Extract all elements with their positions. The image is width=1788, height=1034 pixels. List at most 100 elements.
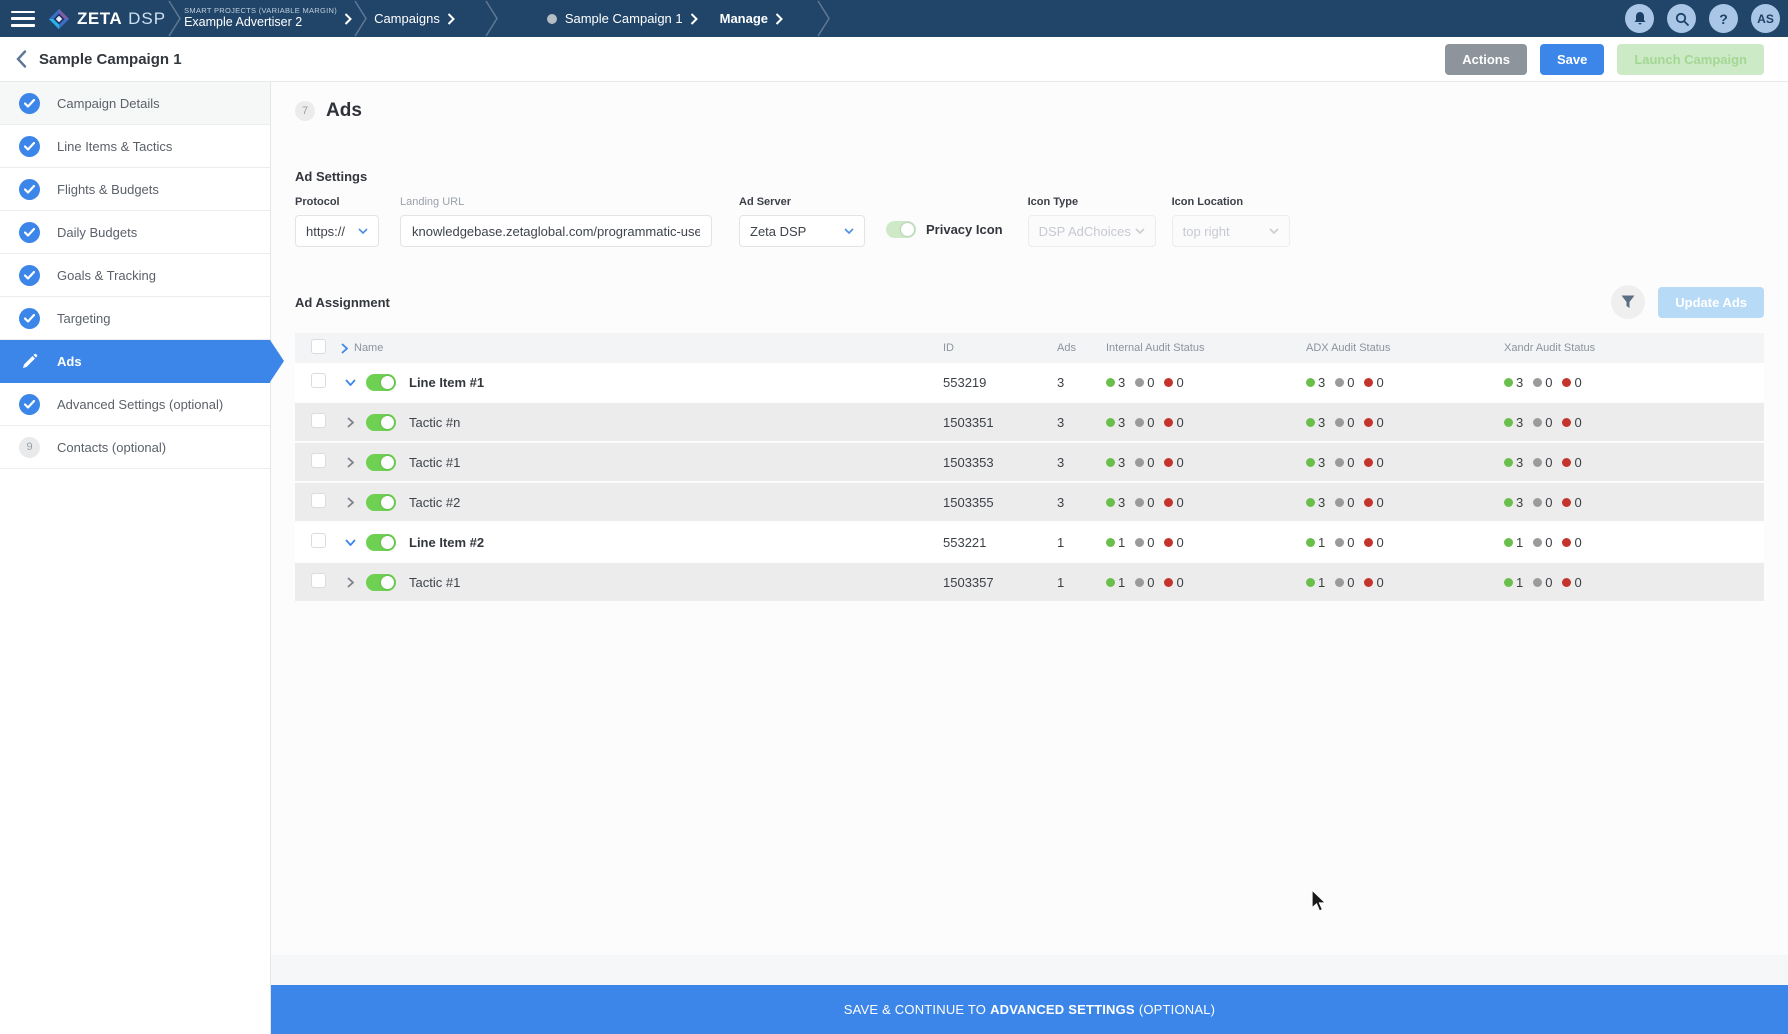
collapse-chevron-icon[interactable] xyxy=(341,538,359,546)
rejected-dot xyxy=(1164,457,1174,467)
row-name[interactable]: Line Item #2 xyxy=(409,535,484,550)
row-id: 1503351 xyxy=(943,414,994,430)
protocol-select[interactable]: https:// xyxy=(295,215,379,247)
row-checkbox[interactable] xyxy=(311,533,326,548)
help-button[interactable]: ? xyxy=(1709,4,1738,33)
privacy-icon-toggle[interactable] xyxy=(886,221,916,238)
ad-assignment-table: Name ID Ads Internal Audit Status ADX Au… xyxy=(295,333,1764,603)
check-icon xyxy=(19,307,40,329)
check-icon xyxy=(19,221,40,243)
sidebar-item-advanced-settings[interactable]: Advanced Settings (optional) xyxy=(0,383,270,426)
column-header-internal[interactable]: Internal Audit Status xyxy=(1106,342,1306,354)
protocol-label: Protocol xyxy=(295,196,340,208)
row-enabled-toggle[interactable] xyxy=(366,573,396,591)
actions-button[interactable]: Actions xyxy=(1445,43,1527,75)
row-enabled-toggle[interactable] xyxy=(366,413,396,431)
breadcrumb-advertiser[interactable]: SMART PROJECTS (VARIABLE MARGIN) Example… xyxy=(184,6,352,31)
chevron-down-icon xyxy=(844,228,854,234)
sidebar-item-label: Campaign Details xyxy=(57,95,160,111)
sidebar-item-flights-budgets[interactable]: Flights & Budgets xyxy=(0,168,270,211)
approved-dot xyxy=(1306,417,1315,427)
section-heading-ads: Ads xyxy=(326,100,362,121)
pending-dot xyxy=(1335,537,1345,547)
row-enabled-toggle[interactable] xyxy=(366,533,396,551)
column-header-ads[interactable]: Ads xyxy=(1057,342,1106,354)
sidebar-item-targeting[interactable]: Targeting xyxy=(0,297,270,340)
search-button[interactable] xyxy=(1667,4,1696,33)
avatar[interactable]: AS xyxy=(1751,4,1780,33)
protocol-value: https:// xyxy=(306,223,346,239)
adx-audit-status: 3 0 0 xyxy=(1306,375,1504,390)
breadcrumb-campaigns[interactable]: Campaigns xyxy=(374,11,455,26)
page-title: Sample Campaign 1 xyxy=(39,50,182,68)
expand-chevron-icon[interactable] xyxy=(341,456,359,468)
pending-dot xyxy=(1135,577,1145,587)
landing-url-input[interactable] xyxy=(400,215,712,247)
privacy-icon-label: Privacy Icon xyxy=(926,222,1003,237)
row-checkbox[interactable] xyxy=(311,573,326,588)
sidebar-item-daily-budgets[interactable]: Daily Budgets xyxy=(0,211,270,254)
adx-audit-status: 3 0 0 xyxy=(1306,455,1504,470)
pending-dot xyxy=(1135,457,1145,467)
row-checkbox[interactable] xyxy=(311,493,326,508)
row-enabled-toggle[interactable] xyxy=(366,493,396,511)
row-name[interactable]: Tactic #1 xyxy=(409,455,460,470)
sidebar-item-ads[interactable]: Ads xyxy=(0,340,284,383)
rejected-dot xyxy=(1364,497,1374,507)
row-enabled-toggle[interactable] xyxy=(366,453,396,471)
rejected-dot xyxy=(1562,457,1572,467)
expand-all-chevron-icon[interactable] xyxy=(341,342,348,354)
sidebar-item-campaign-details[interactable]: Campaign Details xyxy=(0,82,270,125)
sidebar-item-label: Goals & Tracking xyxy=(57,267,156,283)
launch-campaign-button[interactable]: Launch Campaign xyxy=(1617,43,1764,75)
breadcrumb-campaign[interactable]: Sample Campaign 1 xyxy=(546,11,698,26)
hamburger-menu-icon[interactable] xyxy=(11,10,35,27)
row-ads-count: 3 xyxy=(1057,414,1065,430)
column-header-name[interactable]: Name xyxy=(354,342,383,354)
select-all-checkbox[interactable] xyxy=(311,339,326,354)
pencil-icon xyxy=(19,351,40,372)
back-button[interactable] xyxy=(16,50,27,68)
sidebar-item-line-items-tactics[interactable]: Line Items & Tactics xyxy=(0,125,270,168)
approved-dot xyxy=(1504,377,1513,387)
approved-dot xyxy=(1306,537,1315,547)
expand-chevron-icon[interactable] xyxy=(341,416,359,428)
row-checkbox[interactable] xyxy=(311,453,326,468)
internal-audit-status: 3 0 0 xyxy=(1106,495,1306,510)
pending-dot xyxy=(1135,417,1145,427)
filter-button[interactable] xyxy=(1611,285,1646,319)
row-checkbox[interactable] xyxy=(311,413,326,428)
rejected-dot xyxy=(1364,377,1374,387)
expand-chevron-icon[interactable] xyxy=(341,496,359,508)
pending-dot xyxy=(1135,497,1145,507)
rejected-dot xyxy=(1562,417,1572,427)
row-name[interactable]: Tactic #1 xyxy=(409,575,460,590)
save-button[interactable]: Save xyxy=(1539,43,1605,75)
back-chevron-icon xyxy=(16,50,27,68)
rejected-dot xyxy=(1562,497,1572,507)
row-enabled-toggle[interactable] xyxy=(366,373,396,391)
breadcrumb-separator-icon xyxy=(485,0,498,37)
column-header-adx[interactable]: ADX Audit Status xyxy=(1306,342,1504,354)
breadcrumb-manage[interactable]: Manage xyxy=(720,11,783,26)
expand-chevron-icon[interactable] xyxy=(341,576,359,588)
save-continue-bar[interactable]: SAVE & CONTINUE TO ADVANCED SETTINGS (OP… xyxy=(271,985,1788,1034)
xandr-audit-status: 1 0 0 xyxy=(1504,575,1764,590)
ad-assignment-title: Ad Assignment xyxy=(295,294,390,310)
zeta-dsp-logo[interactable]: ZETA DSP xyxy=(48,8,166,30)
row-name[interactable]: Tactic #n xyxy=(409,415,460,430)
row-ads-count: 3 xyxy=(1057,374,1065,390)
row-name[interactable]: Line Item #1 xyxy=(409,375,484,390)
column-header-id[interactable]: ID xyxy=(943,342,1057,354)
sidebar-item-goals-tracking[interactable]: Goals & Tracking xyxy=(0,254,270,297)
row-checkbox[interactable] xyxy=(311,373,326,388)
notifications-button[interactable] xyxy=(1625,4,1654,33)
collapse-chevron-icon[interactable] xyxy=(341,378,359,386)
rejected-dot xyxy=(1164,497,1174,507)
update-ads-button[interactable]: Update Ads xyxy=(1658,286,1764,318)
row-name[interactable]: Tactic #2 xyxy=(409,495,460,510)
column-header-xandr[interactable]: Xandr Audit Status xyxy=(1504,342,1764,354)
approved-dot xyxy=(1106,417,1115,427)
ad-server-select[interactable]: Zeta DSP xyxy=(739,215,865,247)
sidebar-item-contacts[interactable]: 9 Contacts (optional) xyxy=(0,426,270,469)
